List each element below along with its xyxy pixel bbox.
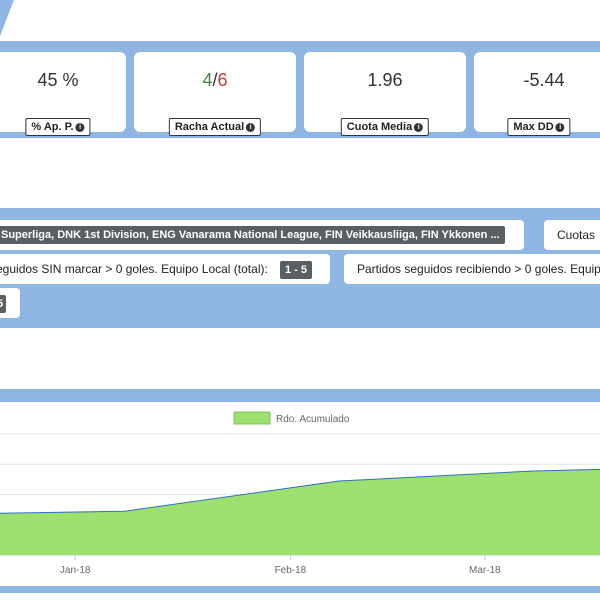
info-icon[interactable]: i: [414, 122, 424, 132]
odds-filter[interactable]: Cuotas: [544, 220, 600, 250]
home-no-score-filter[interactable]: eguidos SIN marcar > 0 goles. Equipo Loc…: [0, 254, 330, 284]
stats-panel: 45 % % Ap. P. i 4/6 Racha Actual i 1.96 Cu…: [0, 41, 600, 138]
chart-legend: Rdo. Acumulado: [233, 411, 350, 425]
conceding-filter[interactable]: Partidos seguidos recibiendo > 0 goles. …: [344, 254, 600, 284]
x-tick-label: Mar-18: [469, 565, 501, 576]
legend-label[interactable]: Rdo. Acumulado: [276, 414, 350, 425]
stat-card-ap: 45 % % Ap. P. i: [0, 52, 126, 136]
x-tick-label: Jan-18: [60, 565, 91, 576]
stat-racha-label[interactable]: Racha Actual i: [168, 118, 262, 136]
home-no-score-text: eguidos SIN marcar > 0 goles. Equipo Loc…: [0, 262, 268, 276]
odds-label: Cuotas: [557, 228, 596, 242]
leagues-filter[interactable]: Superliga, DNK 1st Division, ENG Vanaram…: [0, 220, 524, 250]
extra-filter[interactable]: 5: [0, 288, 20, 318]
stat-card-maxdd: -5.44 Max DD i: [474, 52, 600, 136]
stat-ap-value: 45 %: [37, 70, 79, 90]
conceding-text: Partidos seguidos recibiendo > 0 goles. …: [357, 262, 600, 276]
info-icon[interactable]: i: [75, 122, 85, 132]
legend-swatch[interactable]: [233, 411, 271, 425]
stat-cuota-label[interactable]: Cuota Media i: [340, 118, 430, 136]
info-icon[interactable]: i: [246, 122, 256, 132]
stat-maxdd-value: -5.44: [523, 70, 565, 90]
stat-ap-label[interactable]: % Ap. P. i: [25, 118, 91, 136]
leagues-tag: Superliga, DNK 1st Division, ENG Vanaram…: [0, 226, 505, 244]
stat-cuota-value: 1.96: [367, 70, 403, 90]
top-corner-decoration: [0, 0, 14, 36]
x-tick-label: Feb-18: [275, 565, 307, 576]
home-no-score-tag: 1 - 5: [280, 261, 313, 279]
stat-card-racha: 4/6 Racha Actual i: [134, 52, 296, 136]
cumulative-result-chart: Jan-18 Feb-18 Mar-18 Rdo. Acumulado: [0, 411, 600, 576]
stat-maxdd-label[interactable]: Max DD i: [507, 118, 571, 136]
extra-filter-tag: 5: [0, 295, 7, 313]
filters-panel: Superliga, DNK 1st Division, ENG Vanaram…: [0, 208, 600, 328]
series-area-rdo-acumulado: [0, 469, 600, 555]
chart-container: Jan-18 Feb-18 Mar-18 Rdo. Acumulado: [0, 402, 600, 586]
info-icon[interactable]: i: [555, 122, 565, 132]
chart-series-layer: [0, 468, 600, 555]
stat-racha-value: 4/6: [202, 70, 228, 90]
chart-x-axis: Jan-18 Feb-18 Mar-18: [60, 555, 501, 576]
stat-card-cuota: 1.96 Cuota Media i: [304, 52, 466, 136]
